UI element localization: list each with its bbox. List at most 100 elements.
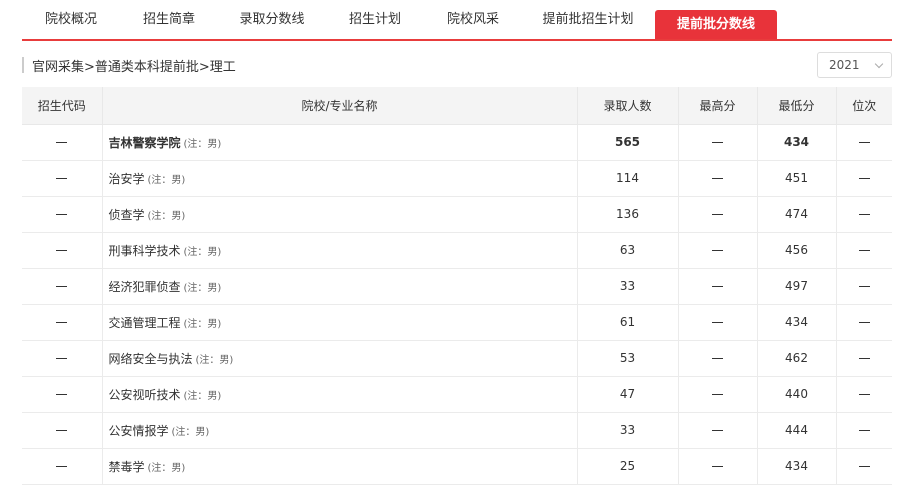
cell-max-score bbox=[678, 232, 758, 269]
cell-enroll-code bbox=[22, 124, 103, 161]
cell-max-score bbox=[678, 376, 758, 413]
cell-rank bbox=[836, 232, 892, 269]
cell-admit-count: 565 bbox=[577, 124, 679, 161]
cell-school-major: 侦查学 (注：男) bbox=[102, 196, 578, 233]
table-row: 刑事科学技术 (注：男) 63 456 bbox=[22, 232, 892, 269]
cell-rank bbox=[836, 340, 892, 377]
gender-note: (注：男) bbox=[147, 210, 186, 222]
gender-note: (注：男) bbox=[183, 318, 222, 330]
tab-admission-plan[interactable]: 招生计划 bbox=[326, 0, 424, 39]
dash-placeholder bbox=[712, 250, 723, 251]
tab-early-batch-scores[interactable]: 提前批分数线 bbox=[655, 10, 777, 39]
table-row: 经济犯罪侦查 (注：男) 33 497 bbox=[22, 268, 892, 305]
year-select-value: 2021 bbox=[829, 58, 860, 72]
cell-rank bbox=[836, 376, 892, 413]
cell-min-score: 474 bbox=[757, 196, 837, 233]
dash-placeholder bbox=[712, 178, 723, 179]
cell-max-score bbox=[678, 340, 758, 377]
dash-placeholder bbox=[858, 322, 870, 323]
filter-bar: 官网采集>普通类本科提前批>理工 2021 bbox=[22, 50, 892, 80]
dash-placeholder bbox=[858, 358, 870, 359]
cell-school-major: 网络安全与执法 (注：男) bbox=[102, 340, 578, 377]
cell-max-score bbox=[678, 448, 758, 485]
dash-placeholder bbox=[858, 286, 870, 287]
cell-min-score: 444 bbox=[757, 412, 837, 449]
cell-admit-count: 53 bbox=[577, 340, 679, 377]
gender-note: (注：男) bbox=[147, 462, 186, 474]
major-name: 公安视听技术 bbox=[108, 387, 181, 402]
dash-placeholder bbox=[56, 322, 68, 323]
dash-placeholder bbox=[712, 466, 723, 467]
cell-school-major: 治安学 (注：男) bbox=[102, 160, 578, 197]
cell-rank bbox=[836, 448, 892, 485]
chevron-down-icon bbox=[874, 59, 884, 69]
cell-enroll-code bbox=[22, 412, 103, 449]
cell-school-major: 经济犯罪侦查 (注：男) bbox=[102, 268, 578, 305]
header-max-score: 最高分 bbox=[678, 87, 758, 125]
table-row: 公安视听技术 (注：男) 47 440 bbox=[22, 376, 892, 413]
tab-admission-scores[interactable]: 录取分数线 bbox=[218, 0, 326, 39]
gender-note: (注：男) bbox=[183, 246, 222, 258]
cell-rank bbox=[836, 268, 892, 305]
cell-school-major: 禁毒学 (注：男) bbox=[102, 448, 578, 485]
dash-placeholder bbox=[858, 142, 870, 143]
cell-enroll-code bbox=[22, 304, 103, 341]
breadcrumb-marker bbox=[22, 57, 24, 73]
cell-school-major: 吉林警察学院 (注：男) bbox=[102, 124, 578, 161]
gender-note: (注：男) bbox=[183, 282, 222, 294]
dash-placeholder bbox=[712, 430, 723, 431]
cell-max-score bbox=[678, 412, 758, 449]
cell-min-score: 451 bbox=[757, 160, 837, 197]
dash-placeholder bbox=[858, 466, 870, 467]
cell-enroll-code bbox=[22, 232, 103, 269]
cell-enroll-code bbox=[22, 160, 103, 197]
cell-max-score bbox=[678, 304, 758, 341]
dash-placeholder bbox=[712, 394, 723, 395]
dash-placeholder bbox=[712, 286, 723, 287]
tab-admission-brochure[interactable]: 招生简章 bbox=[120, 0, 218, 39]
dash-placeholder bbox=[56, 358, 68, 359]
dash-placeholder bbox=[712, 214, 723, 215]
cell-admit-count: 47 bbox=[577, 376, 679, 413]
cell-min-score: 434 bbox=[757, 124, 837, 161]
dash-placeholder bbox=[56, 178, 68, 179]
cell-enroll-code bbox=[22, 340, 103, 377]
major-name: 网络安全与执法 bbox=[108, 351, 193, 366]
cell-admit-count: 25 bbox=[577, 448, 679, 485]
header-min-score: 最低分 bbox=[757, 87, 837, 125]
table-row: 禁毒学 (注：男) 25 434 bbox=[22, 448, 892, 485]
gender-note: (注：男) bbox=[183, 390, 222, 402]
table-row: 治安学 (注：男) 114 451 bbox=[22, 160, 892, 197]
major-name: 刑事科学技术 bbox=[108, 243, 181, 258]
major-name: 交通管理工程 bbox=[108, 315, 181, 330]
cell-school-major: 刑事科学技术 (注：男) bbox=[102, 232, 578, 269]
tab-bar: 院校概况 招生简章 录取分数线 招生计划 院校风采 提前批招生计划 提前批分数线 bbox=[22, 0, 892, 41]
cell-admit-count: 114 bbox=[577, 160, 679, 197]
tab-school-gallery[interactable]: 院校风采 bbox=[424, 0, 522, 39]
major-name: 治安学 bbox=[108, 171, 145, 186]
dash-placeholder bbox=[712, 142, 723, 143]
table-row: 公安情报学 (注：男) 33 444 bbox=[22, 412, 892, 449]
tab-early-batch-plan[interactable]: 提前批招生计划 bbox=[522, 0, 654, 39]
cell-min-score: 434 bbox=[757, 448, 837, 485]
dash-placeholder bbox=[56, 394, 68, 395]
cell-admit-count: 63 bbox=[577, 232, 679, 269]
tab-school-overview[interactable]: 院校概况 bbox=[22, 0, 120, 39]
major-name: 侦查学 bbox=[108, 207, 145, 222]
table-row: 网络安全与执法 (注：男) 53 462 bbox=[22, 340, 892, 377]
table-row: 吉林警察学院 (注：男) 565 434 bbox=[22, 124, 892, 161]
dash-placeholder bbox=[712, 322, 723, 323]
cell-min-score: 440 bbox=[757, 376, 837, 413]
gender-note: (注：男) bbox=[147, 174, 186, 186]
cell-rank bbox=[836, 304, 892, 341]
cell-school-major: 交通管理工程 (注：男) bbox=[102, 304, 578, 341]
year-select[interactable]: 2021 bbox=[817, 52, 892, 78]
cell-admit-count: 136 bbox=[577, 196, 679, 233]
table-header-row: 招生代码 院校/专业名称 录取人数 最高分 最低分 位次 bbox=[22, 87, 892, 125]
major-name: 公安情报学 bbox=[108, 423, 169, 438]
table-row: 交通管理工程 (注：男) 61 434 bbox=[22, 304, 892, 341]
gender-note: (注：男) bbox=[183, 138, 222, 150]
header-rank: 位次 bbox=[836, 87, 892, 125]
cell-school-major: 公安视听技术 (注：男) bbox=[102, 376, 578, 413]
dash-placeholder bbox=[56, 142, 68, 143]
